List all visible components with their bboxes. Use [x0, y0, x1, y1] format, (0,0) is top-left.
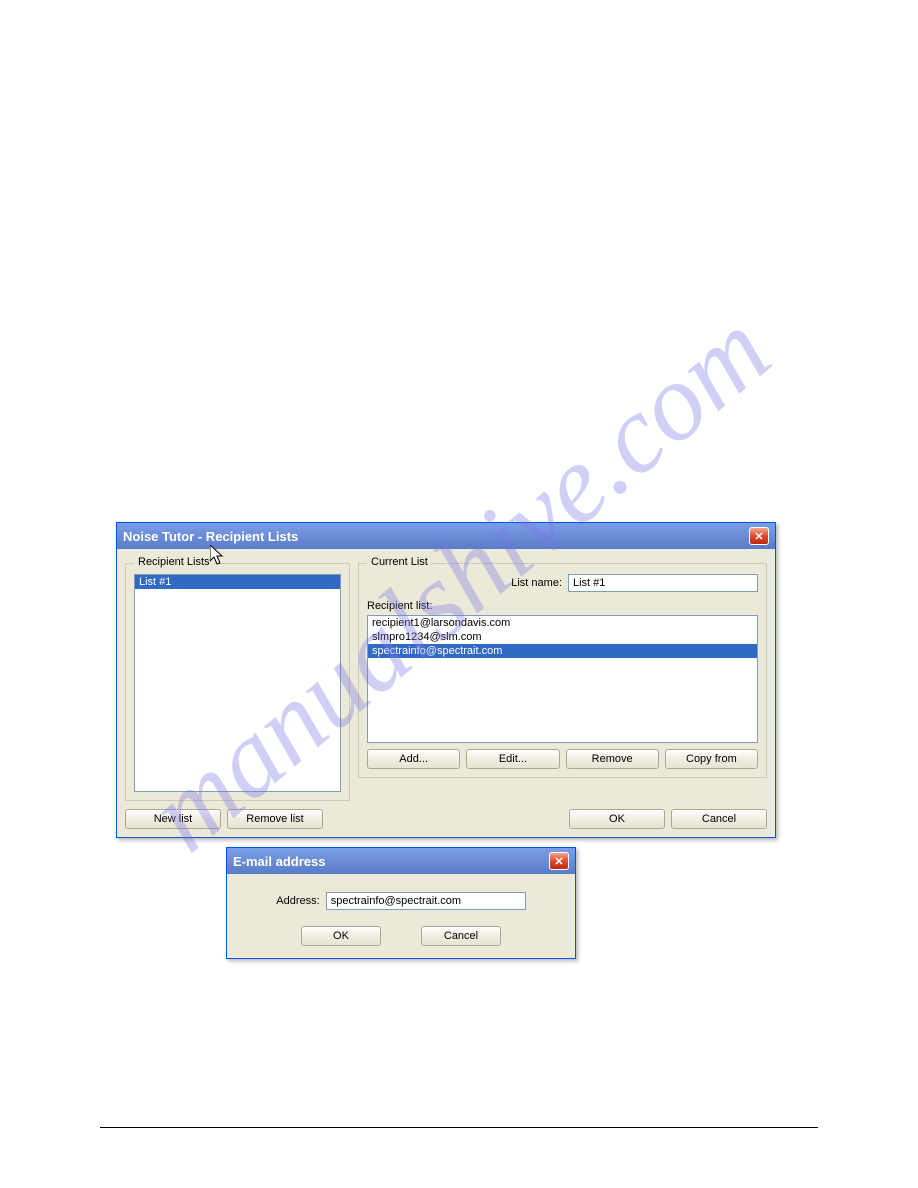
recipient-lists-listbox[interactable]: List #1 — [134, 574, 341, 792]
ok-button[interactable]: OK — [301, 926, 381, 946]
current-list-group-label: Current List — [367, 556, 432, 568]
list-item[interactable]: recipient1@larsondavis.com — [368, 616, 757, 630]
list-item[interactable]: List #1 — [135, 575, 340, 589]
cancel-button[interactable]: Cancel — [671, 809, 767, 829]
ok-button[interactable]: OK — [569, 809, 665, 829]
recipient-lists-dialog: Noise Tutor - Recipient Lists ✕ Recipien… — [116, 522, 776, 838]
email-title: E-mail address — [233, 854, 326, 869]
close-icon: ✕ — [754, 530, 763, 543]
recipient-lists-group: Recipient Lists List #1 — [125, 563, 350, 801]
list-name-label: List name: — [511, 577, 562, 589]
add-button[interactable]: Add... — [367, 749, 460, 769]
list-item[interactable]: slmpro1234@slm.com — [368, 630, 757, 644]
list-item[interactable]: spectrainfo@spectrait.com — [368, 644, 757, 658]
address-label: Address: — [276, 895, 319, 907]
close-button[interactable]: ✕ — [749, 527, 769, 545]
close-button[interactable]: ✕ — [549, 852, 569, 870]
remove-list-button[interactable]: Remove list — [227, 809, 323, 829]
address-input[interactable] — [326, 892, 526, 910]
footer-divider — [100, 1127, 818, 1128]
recipient-list-label: Recipient list: — [367, 600, 758, 612]
list-name-input[interactable] — [568, 574, 758, 592]
email-address-dialog: E-mail address ✕ Address: OK Cancel — [226, 847, 576, 959]
edit-button[interactable]: Edit... — [466, 749, 559, 769]
recipient-lists-group-label: Recipient Lists — [134, 556, 214, 568]
cancel-button[interactable]: Cancel — [421, 926, 501, 946]
remove-button[interactable]: Remove — [566, 749, 659, 769]
close-icon: ✕ — [554, 855, 563, 868]
new-list-button[interactable]: New list — [125, 809, 221, 829]
current-list-group: Current List List name: Recipient list: … — [358, 563, 767, 778]
copy-from-button[interactable]: Copy from — [665, 749, 758, 769]
email-titlebar[interactable]: E-mail address ✕ — [227, 848, 575, 874]
recipient-listbox[interactable]: recipient1@larsondavis.com slmpro1234@sl… — [367, 615, 758, 743]
cursor-icon — [210, 545, 228, 567]
recipient-lists-title: Noise Tutor - Recipient Lists — [123, 529, 298, 544]
